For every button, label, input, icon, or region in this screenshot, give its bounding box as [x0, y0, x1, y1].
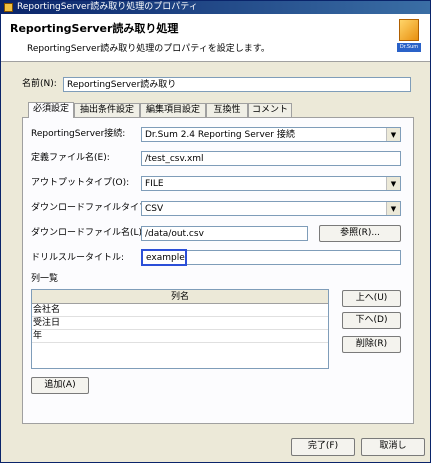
output-type-select[interactable]: FILE ▼ — [141, 176, 401, 191]
download-file-type-value: CSV — [145, 204, 164, 214]
drillthrough-title-label: ドリルスルータイトル: — [31, 253, 125, 263]
list-item[interactable]: 会社名 — [32, 304, 328, 317]
window-title: ReportingServer読み取り処理のプロパティ — [17, 2, 198, 12]
drillthrough-title-input[interactable]: example — [141, 249, 187, 266]
finish-button[interactable]: 完了(F) — [291, 438, 355, 456]
add-button[interactable]: 追加(A) — [31, 377, 89, 394]
output-type-value: FILE — [145, 179, 164, 189]
drillthrough-title-input-rest[interactable] — [187, 250, 401, 265]
cancel-button[interactable]: 取消し — [361, 438, 425, 456]
title-bar: ReportingServer読み取り処理のプロパティ — [1, 1, 430, 14]
app-icon — [4, 3, 13, 12]
name-input[interactable]: ReportingServer読み取り — [63, 77, 411, 92]
column-list[interactable]: 列名 会社名 受注日 年 — [31, 289, 329, 369]
browse-button[interactable]: 参照(R)... — [319, 225, 401, 242]
name-label: 名前(N): — [22, 79, 57, 89]
connection-select[interactable]: Dr.Sum 2.4 Reporting Server 接続 ▼ — [141, 127, 401, 142]
column-list-label: 列一覧 — [31, 274, 59, 284]
logo-text: Dr.Sum — [397, 43, 421, 52]
tab-edit-fields[interactable]: 編集項目設定 — [140, 103, 206, 117]
definition-file-input[interactable]: /test_csv.xml — [141, 151, 401, 166]
delete-button[interactable]: 削除(R) — [342, 336, 401, 353]
list-item[interactable]: 受注日 — [32, 317, 328, 330]
list-item[interactable]: 年 — [32, 330, 328, 343]
chevron-down-icon[interactable]: ▼ — [386, 177, 400, 190]
connection-value: Dr.Sum 2.4 Reporting Server 接続 — [145, 130, 295, 140]
connection-label: ReportingServer接続: — [31, 129, 126, 139]
header-title: ReportingServer読み取り処理 — [10, 22, 179, 35]
chevron-down-icon[interactable]: ▼ — [386, 202, 400, 215]
download-file-type-select[interactable]: CSV ▼ — [141, 201, 401, 216]
move-down-button[interactable]: 下へ(D) — [342, 312, 401, 329]
dialog-header: ReportingServer読み取り処理 ReportingServer読み取… — [1, 14, 430, 62]
header-subtitle: ReportingServer読み取り処理のプロパティを設定します。 — [27, 44, 270, 54]
output-type-label: アウトプットタイプ(O): — [31, 178, 130, 188]
move-up-button[interactable]: 上へ(U) — [342, 290, 401, 307]
tab-required-settings[interactable]: 必須設定 — [28, 102, 74, 118]
tab-comment[interactable]: コメント — [248, 103, 292, 117]
download-file-name-input[interactable]: /data/out.csv — [141, 226, 308, 241]
tab-extraction-conditions[interactable]: 抽出条件設定 — [74, 103, 140, 117]
chevron-down-icon[interactable]: ▼ — [386, 128, 400, 141]
tab-compatibility[interactable]: 互換性 — [206, 103, 248, 117]
definition-file-label: 定義ファイル名(E): — [31, 153, 110, 163]
drsum-logo-icon: Dr.Sum — [397, 19, 421, 53]
column-list-header: 列名 — [32, 290, 328, 304]
properties-dialog: ReportingServer読み取り処理のプロパティ ReportingSer… — [0, 0, 431, 463]
download-file-name-label: ダウンロードファイル名(L): — [31, 228, 146, 238]
